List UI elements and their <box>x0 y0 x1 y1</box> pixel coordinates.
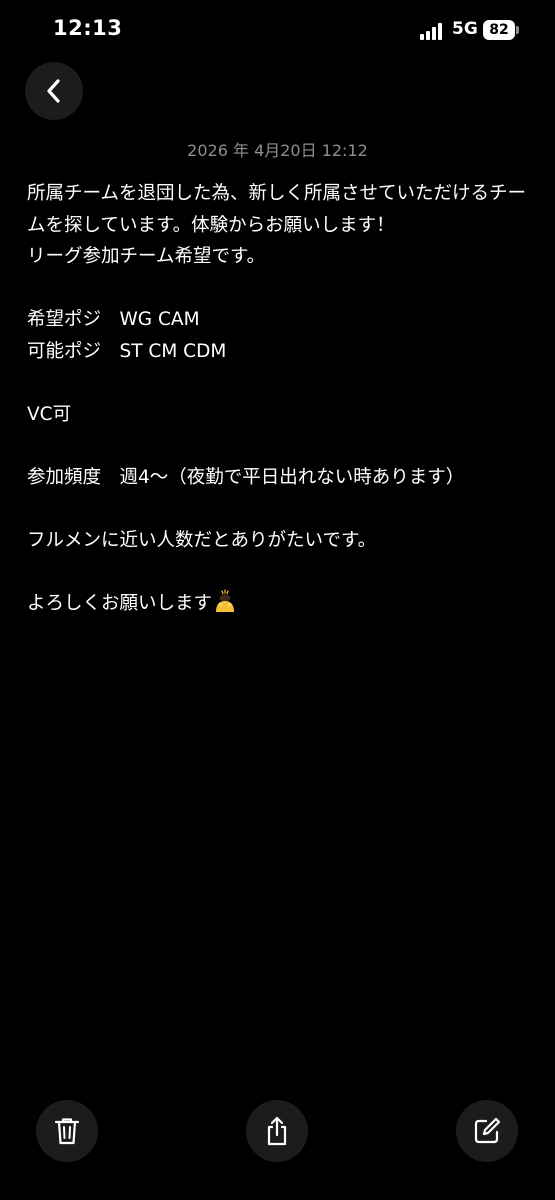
battery-icon: 82 <box>483 20 515 40</box>
note-line-closing: よろしくお願いします <box>27 588 532 620</box>
person-bowing-emoji-icon <box>216 588 235 612</box>
note-line: フルメンに近い人数だとありがたいです。 <box>27 529 377 551</box>
note-line: VC可 <box>27 403 72 425</box>
chevron-left-icon <box>47 79 60 103</box>
cellular-signal-icon <box>420 22 446 40</box>
note-body[interactable]: 所属チームを退団した為、新しく所属させていただけるチームを探しています。体験から… <box>27 178 532 619</box>
note-line: リーグ参加チーム希望です。 <box>27 246 266 267</box>
note-line: 参加頻度 週4〜（夜勤で平日出れない時あります） <box>27 466 465 488</box>
note-line: 希望ポジ WG CAM <box>27 309 200 330</box>
note-line: 可能ポジ ST CM CDM <box>27 340 227 362</box>
compose-icon <box>474 1117 501 1144</box>
network-type: 5G <box>452 19 478 39</box>
compose-button[interactable] <box>456 1100 518 1162</box>
delete-button[interactable] <box>36 1100 98 1162</box>
closing-text: よろしくお願いします <box>27 592 213 614</box>
back-button[interactable] <box>25 62 83 120</box>
status-time: 12:13 <box>53 16 123 40</box>
status-bar: 12:13 5G 82 <box>0 0 555 60</box>
note-date: 2026 年 4月20日 12:12 <box>187 141 368 160</box>
share-icon <box>267 1116 287 1146</box>
share-button[interactable] <box>246 1100 308 1162</box>
battery-tip <box>516 26 519 34</box>
trash-icon <box>54 1118 80 1145</box>
note-line: 所属チームを退団した為、新しく所属させていただけるチームを探しています。体験から… <box>27 183 526 236</box>
